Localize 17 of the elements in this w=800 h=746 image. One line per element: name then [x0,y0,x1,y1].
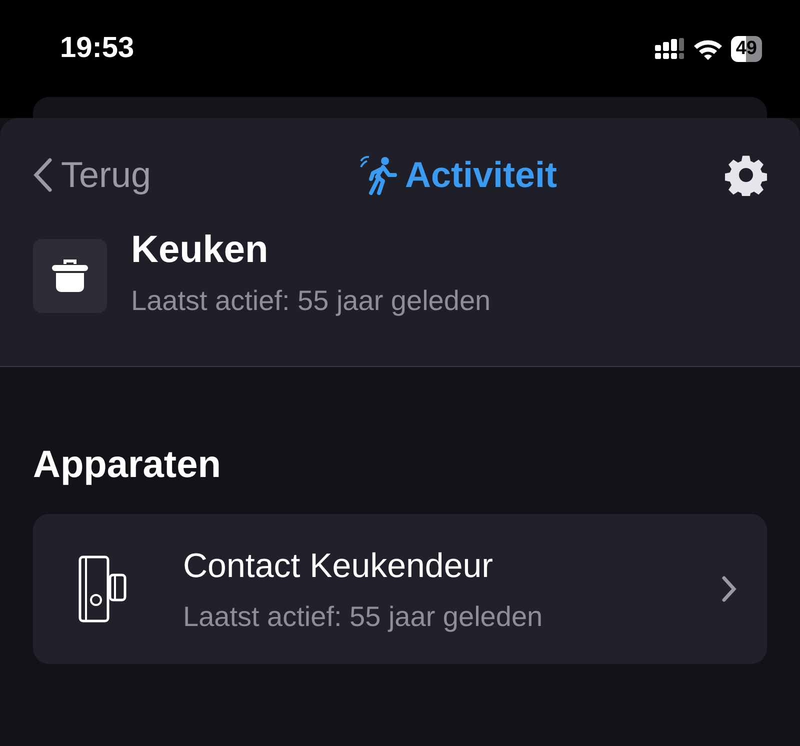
status-time: 19:53 [60,30,134,66]
page-title: Activiteit [405,153,558,197]
section-title: Apparaten [33,443,222,488]
room-name: Keuken [131,230,270,272]
settings-icon[interactable] [724,154,767,196]
signal-icon [654,38,685,60]
device-last-active: Laatst actief: 55 jaar geleden [183,600,544,634]
back-button[interactable]: Terug [33,148,152,202]
pot-icon [33,238,107,313]
room-last-active: Laatst actief: 55 jaar geleden [131,284,491,318]
chevron-left-icon [33,158,53,192]
chevron-right-icon [721,575,737,603]
door-sensor-icon [78,555,128,623]
device-row[interactable]: Contact Keukendeur Laatst actief: 55 jaar geleden [33,514,767,664]
motion-sensor-icon [359,155,397,195]
wifi-icon [692,38,723,60]
device-name: Contact Keukendeur [183,546,494,586]
